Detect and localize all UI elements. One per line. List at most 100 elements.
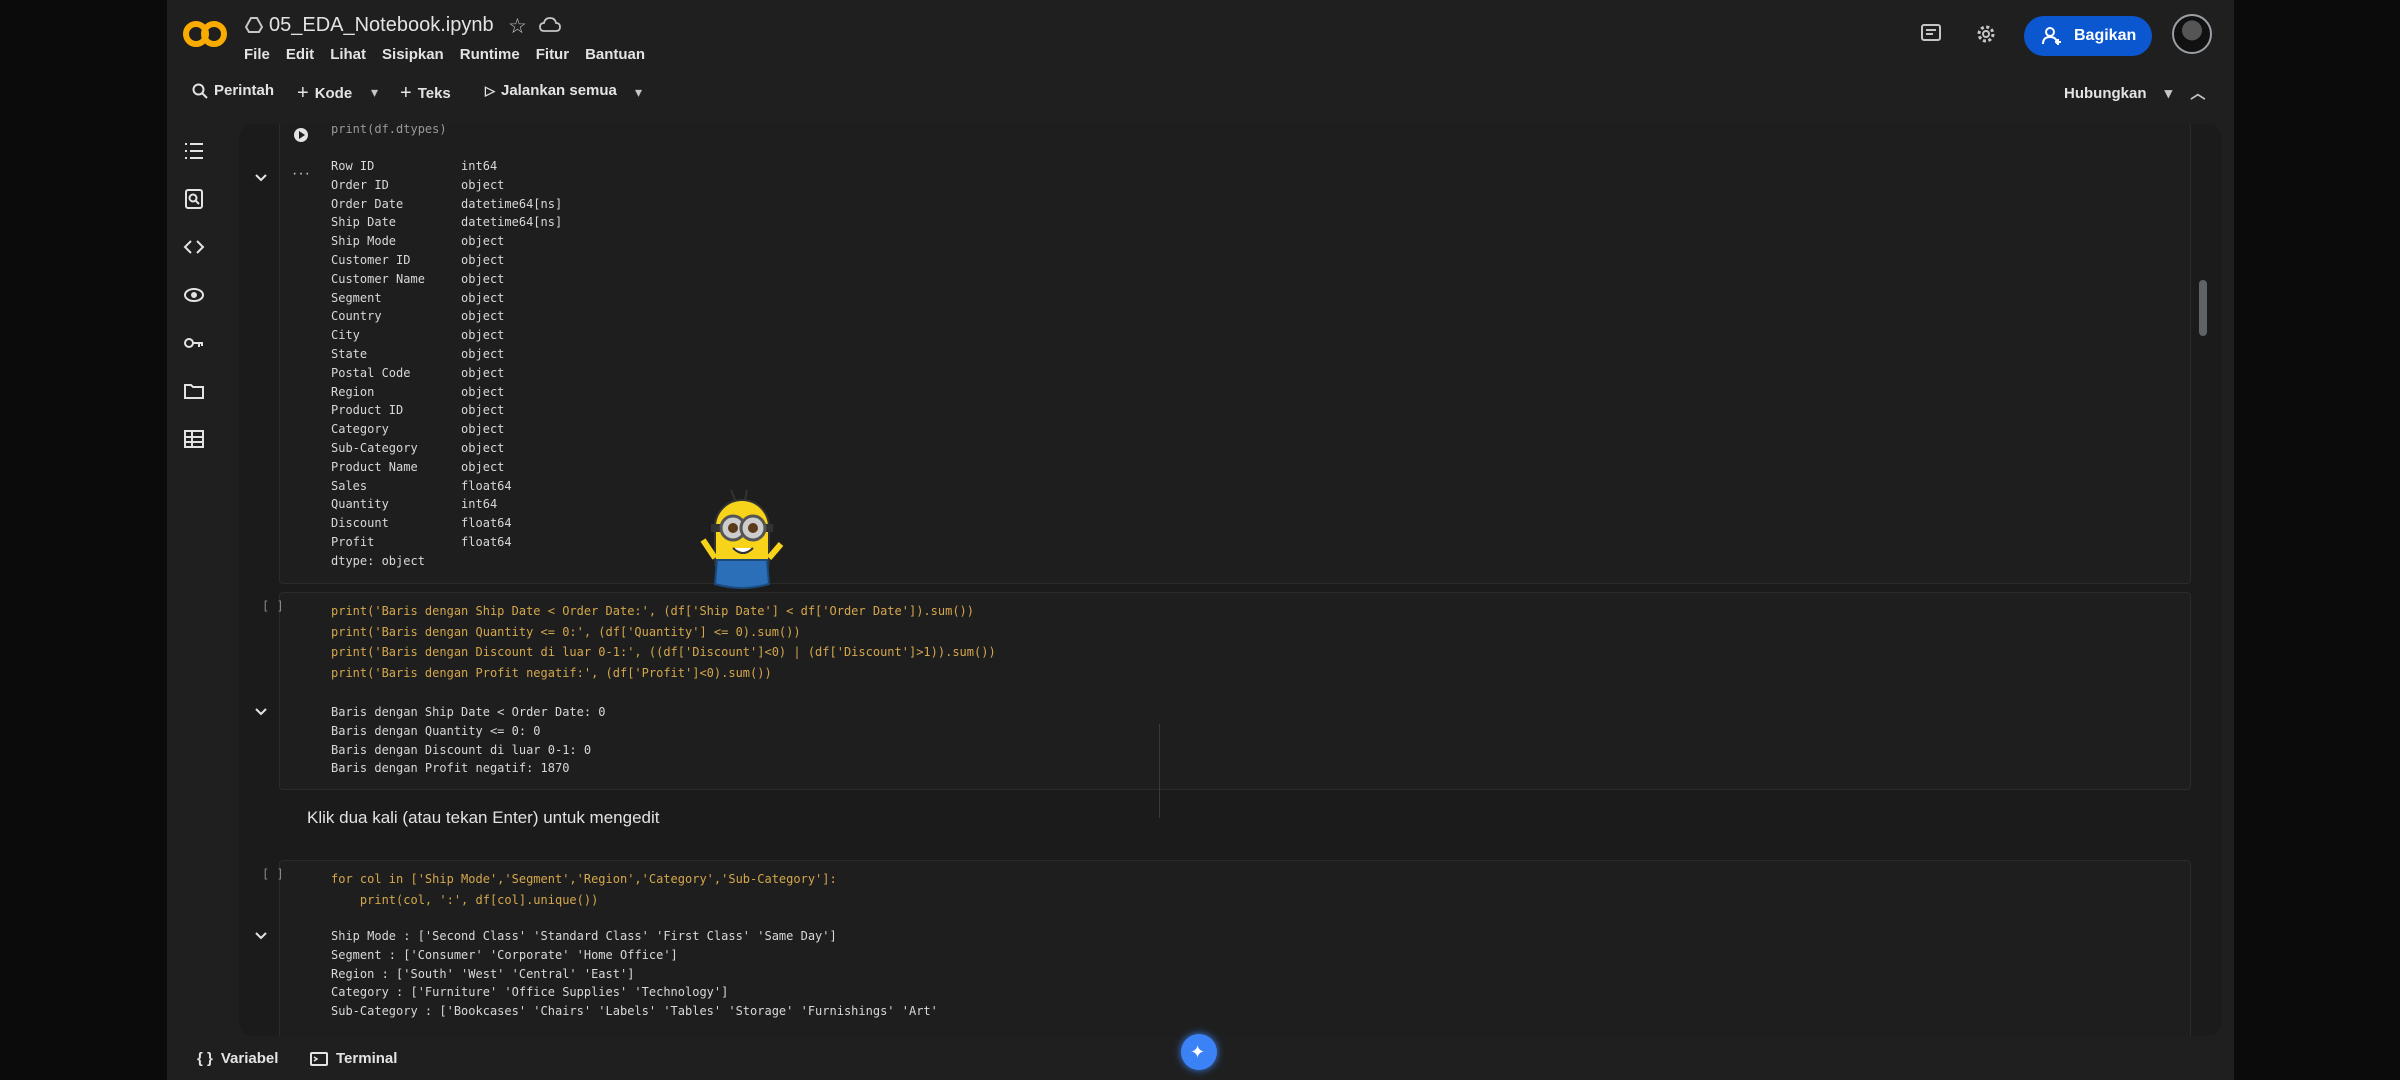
collapse-output-chevron-icon[interactable]: [253, 704, 269, 720]
add-code-button[interactable]: + Kode: [297, 82, 352, 105]
menu-view[interactable]: Lihat: [330, 46, 366, 63]
editor-ruler: [1159, 724, 1160, 818]
cell-output: Row ID int64 Order ID object Order Date da…: [331, 157, 562, 571]
table-icon[interactable]: [183, 428, 205, 450]
toc-icon[interactable]: [183, 140, 205, 162]
colab-window: 05_EDA_Notebook.ipynb ☆ File Edit Lihat Sis…: [167, 0, 2234, 1080]
gear-icon[interactable]: [1974, 22, 1998, 46]
output-line: Product Name object: [331, 459, 505, 474]
code-line: print('Baris dengan Ship Date < Order Da…: [331, 604, 974, 618]
menu-tools[interactable]: Fitur: [536, 46, 569, 63]
find-replace-icon[interactable]: [183, 188, 205, 210]
output-actions-icon[interactable]: ···: [292, 165, 311, 183]
terminal-button[interactable]: Terminal: [310, 1050, 397, 1067]
menu-edit[interactable]: Edit: [286, 46, 314, 63]
chevron-up-icon[interactable]: ︿: [2190, 85, 2205, 102]
code-cell-validation[interactable]: [ ] print('Baris dengan Ship Date < Orde…: [262, 592, 2191, 790]
variables-inspector-icon[interactable]: [183, 284, 205, 306]
menu-file[interactable]: File: [244, 46, 270, 63]
output-line: Order Date datetime64[ns]: [331, 196, 563, 211]
scrollbar[interactable]: [2199, 280, 2207, 336]
code-line: print(col, ':', df[col].unique()): [331, 892, 599, 907]
run-dropdown-icon[interactable]: ▾: [635, 84, 642, 101]
terminal-icon: [310, 1051, 328, 1066]
app-header: 05_EDA_Notebook.ipynb ☆ File Edit Lihat Sis…: [167, 0, 2234, 70]
minion-sticker: [700, 489, 784, 589]
output-line: State object: [331, 346, 505, 361]
code-cell-unique[interactable]: [ ] for col in ['Ship Mode','Segment','R…: [262, 860, 2191, 1036]
output-line: Quantity int64: [331, 497, 498, 512]
cell-code[interactable]: print(df.dtypes): [331, 124, 447, 140]
output-line: Profit float64: [331, 534, 512, 549]
cell-exec-marker: [ ]: [262, 599, 284, 613]
output-line: Baris dengan Ship Date < Order Date: 0: [331, 705, 606, 719]
cell-code[interactable]: for col in ['Ship Mode','Segment','Regio…: [331, 869, 837, 910]
command-search-button[interactable]: Perintah: [192, 82, 274, 99]
plus-icon: +: [297, 82, 309, 104]
star-icon[interactable]: ☆: [508, 14, 527, 39]
code-line: print('Baris dengan Discount di luar 0-1…: [331, 645, 996, 659]
collapse-output-chevron-icon[interactable]: [253, 170, 269, 186]
output-line: Customer ID object: [331, 252, 505, 267]
cloud-sync-icon[interactable]: [539, 16, 561, 34]
output-line: Region object: [331, 384, 505, 399]
output-line: Sales float64: [331, 478, 512, 493]
avatar[interactable]: [2172, 14, 2212, 54]
output-line: Row ID int64: [331, 159, 498, 173]
code-line: for col in ['Ship Mode','Segment','Regio…: [331, 872, 837, 886]
output-line: City object: [331, 328, 505, 343]
notebook-area[interactable]: print(df.dtypes) ··· Row ID int64 Order I…: [239, 124, 2222, 1036]
code-dropdown-icon[interactable]: ▾: [371, 84, 378, 101]
output-line: Product ID object: [331, 403, 505, 418]
chevron-down-icon: ▾: [2164, 85, 2173, 102]
run-all-button[interactable]: ▷ Jalankan semua: [485, 82, 617, 99]
share-button[interactable]: Bagikan: [2024, 16, 2152, 56]
add-text-button[interactable]: + Teks: [400, 82, 451, 105]
colab-logo[interactable]: [182, 20, 228, 48]
terminal-label: Terminal: [336, 1050, 398, 1067]
output-line: Postal Code object: [331, 365, 505, 380]
output-line: Ship Date datetime64[ns]: [331, 215, 563, 230]
output-line: Customer Name object: [331, 271, 505, 286]
run-cell-icon[interactable]: [293, 127, 309, 143]
variables-label: Variabel: [220, 1050, 279, 1067]
people-icon: [2042, 27, 2061, 45]
collapse-output-chevron-icon[interactable]: [253, 928, 269, 944]
connect-label: Hubungkan: [2064, 85, 2147, 102]
text-label: Teks: [417, 85, 451, 102]
comment-icon[interactable]: [1919, 22, 1943, 46]
folder-icon[interactable]: [183, 380, 205, 402]
output-line: Country object: [331, 309, 505, 324]
output-line: Segment : ['Consumer' 'Corporate' 'Home …: [331, 947, 678, 962]
output-line: Order ID object: [331, 177, 505, 192]
cell-output: Ship Mode : ['Second Class' 'Standard Cl…: [331, 927, 938, 1021]
menu-runtime[interactable]: Runtime: [460, 46, 520, 63]
code-label: Kode: [314, 85, 353, 102]
key-icon[interactable]: [183, 332, 205, 354]
code-snippets-icon[interactable]: [183, 236, 205, 258]
output-line: Baris dengan Profit negatif: 1870: [331, 761, 570, 776]
share-label: Bagikan: [2074, 27, 2137, 44]
code-line: print('Baris dengan Profit negatif:', (d…: [331, 665, 772, 680]
output-line: Region : ['South' 'West' 'Central' 'East…: [331, 966, 635, 981]
output-line: Ship Mode object: [331, 234, 505, 249]
search-icon: [192, 83, 208, 99]
output-line: Sub-Category object: [331, 440, 505, 455]
cell-code[interactable]: print('Baris dengan Ship Date < Order Da…: [331, 601, 996, 683]
cell-exec-marker: [ ]: [262, 867, 284, 881]
output-line: Sub-Category : ['Bookcases' 'Chairs' 'La…: [331, 1004, 938, 1019]
output-line: Discount float64: [331, 516, 512, 531]
gemini-button[interactable]: ✦: [1181, 1034, 1217, 1070]
menu-insert[interactable]: Sisipkan: [382, 46, 444, 63]
menu-help[interactable]: Bantuan: [585, 46, 645, 63]
cell-output: Baris dengan Ship Date < Order Date: 0 Ba…: [331, 703, 606, 778]
output-line: Category : ['Furniture' 'Office Supplies…: [331, 985, 729, 1000]
play-icon: ▷: [485, 82, 495, 98]
output-line: Ship Mode : ['Second Class' 'Standard Cl…: [331, 929, 837, 943]
connect-button[interactable]: Hubungkan ▾ ︿: [2064, 82, 2205, 103]
variables-button[interactable]: { } Variabel: [197, 1050, 278, 1067]
code-cell-dtypes[interactable]: print(df.dtypes) ··· Row ID int64 Order I…: [279, 124, 2191, 584]
notebook-title[interactable]: 05_EDA_Notebook.ipynb: [269, 14, 494, 37]
markdown-cell-placeholder[interactable]: Klik dua kali (atau tekan Enter) untuk m…: [307, 808, 659, 828]
code-line: print('Baris dengan Quantity <= 0:', (df…: [331, 624, 801, 639]
